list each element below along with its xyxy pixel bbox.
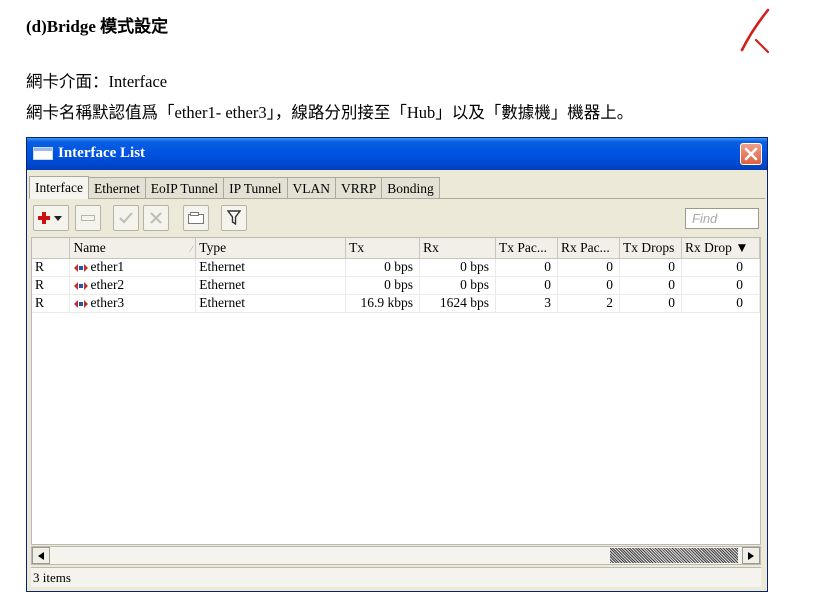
- tab-ethernet[interactable]: Ethernet: [87, 177, 146, 198]
- column-tx-drops[interactable]: Tx Drops: [619, 238, 682, 259]
- pen-mark-icon: [740, 8, 770, 54]
- document-line-1: 網卡介面：Interface: [26, 72, 168, 91]
- table-row[interactable]: R ether1 Ethernet 0 bps 0 bps 0 0 0 0: [32, 258, 760, 277]
- document-heading: (d)Bridge 模式設定: [26, 17, 169, 36]
- arrow-left-icon: [38, 552, 44, 560]
- window-titlebar[interactable]: Interface List: [27, 138, 767, 170]
- enable-icon: [119, 212, 133, 224]
- interface-icon: [74, 282, 89, 290]
- scroll-left-button[interactable]: [32, 547, 50, 564]
- remove-icon: [81, 215, 95, 221]
- table-row[interactable]: R ether2 Ethernet 0 bps 0 bps 0 0 0 0: [32, 276, 760, 295]
- remove-button[interactable]: [75, 205, 101, 231]
- sort-icon: ⁄: [190, 243, 193, 254]
- column-type[interactable]: Type: [195, 238, 347, 259]
- tab-bar: Interface Ethernet EoIP Tunnel IP Tunnel…: [29, 176, 440, 199]
- table-row[interactable]: R ether3 Ethernet 16.9 kbps 1624 bps 3 2…: [32, 294, 760, 313]
- column-rx-drops[interactable]: Rx Drop ▼: [681, 238, 760, 259]
- scroll-right-button[interactable]: [742, 547, 760, 564]
- filter-button[interactable]: [221, 205, 247, 231]
- interface-icon: [74, 264, 89, 272]
- disable-button[interactable]: [143, 205, 169, 231]
- column-tx-packets[interactable]: Tx Pac...: [495, 238, 558, 259]
- column-name[interactable]: Name ⁄: [69, 238, 197, 259]
- enable-button[interactable]: [113, 205, 139, 231]
- disable-icon: [150, 212, 162, 224]
- add-icon: [38, 212, 62, 224]
- tab-vlan[interactable]: VLAN: [286, 177, 337, 198]
- interface-icon: [74, 300, 89, 308]
- column-flag[interactable]: [32, 238, 71, 259]
- window-title: Interface List: [58, 145, 146, 161]
- add-button[interactable]: [33, 205, 69, 231]
- tab-ip-tunnel[interactable]: IP Tunnel: [223, 177, 288, 198]
- tab-interface[interactable]: Interface: [29, 176, 89, 199]
- column-rx-packets[interactable]: Rx Pac...: [557, 238, 620, 259]
- filter-icon: [227, 210, 241, 226]
- find-input[interactable]: Find: [685, 208, 759, 229]
- table-header: Name ⁄ Type Tx Rx Tx Pac... Rx Pac... Tx …: [32, 238, 760, 259]
- scroll-thumb[interactable]: [610, 548, 738, 563]
- comment-icon: [188, 212, 204, 224]
- comment-button[interactable]: [183, 205, 209, 231]
- arrow-right-icon: [748, 552, 754, 560]
- document-line-2: 網卡名稱默認值爲「ether1- ether3」，線路分別接至「Hub」以及「數…: [26, 103, 634, 122]
- column-tx[interactable]: Tx: [345, 238, 421, 259]
- status-bar: 3 items: [31, 567, 761, 587]
- tab-bonding[interactable]: Bonding: [381, 177, 440, 198]
- close-button[interactable]: [740, 143, 762, 165]
- tab-vrrp[interactable]: VRRP: [335, 177, 383, 198]
- close-icon: [744, 147, 758, 161]
- column-rx[interactable]: Rx: [419, 238, 497, 259]
- interface-table: Name ⁄ Type Tx Rx Tx Pac... Rx Pac... Tx …: [31, 237, 761, 545]
- horizontal-scrollbar[interactable]: [31, 546, 761, 565]
- interface-list-window: Interface List Interface Ethernet EoIP T…: [26, 137, 768, 592]
- tab-eoip-tunnel[interactable]: EoIP Tunnel: [144, 177, 225, 198]
- window-icon: [33, 147, 53, 160]
- tab-divider: [29, 198, 765, 199]
